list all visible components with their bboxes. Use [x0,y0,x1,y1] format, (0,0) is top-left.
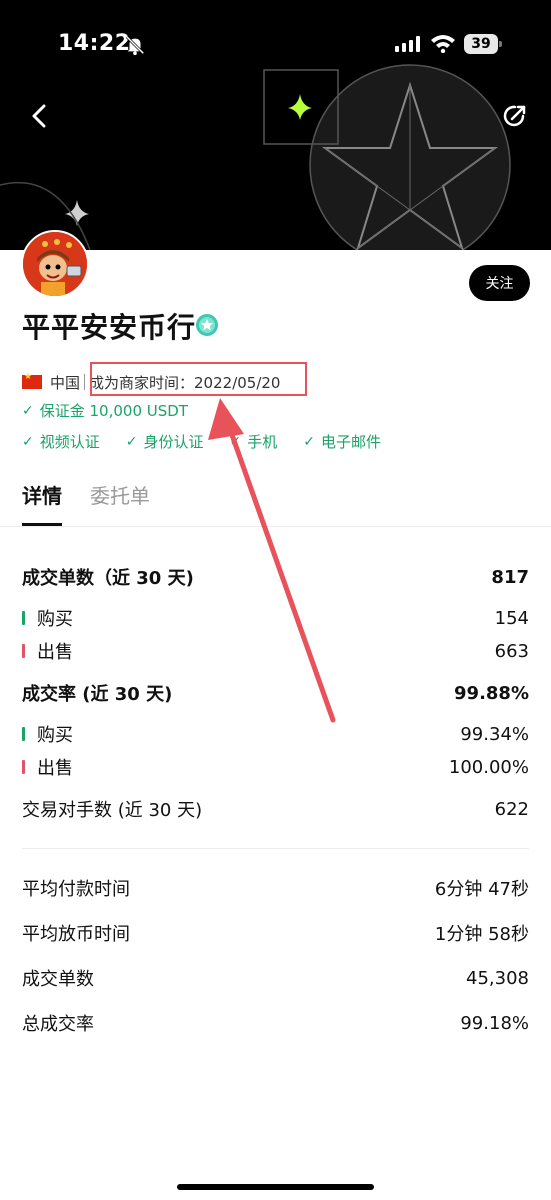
stat-value: 154 [494,607,529,629]
follow-button[interactable]: 关注 [469,265,530,301]
battery-icon: 39 [464,34,502,54]
sell-indicator [22,760,25,774]
stat-label: 平均付款时间 [22,879,130,900]
buy-indicator [22,727,25,741]
stat-value: 99.88% [454,682,529,704]
stat-total-rate: 总成交率 99.18% [22,1010,529,1036]
share-icon[interactable] [497,98,533,134]
stat-value: 1分钟 58秒 [434,924,529,945]
stat-label: 出售 [37,642,73,663]
verification-row: ✓ 视频认证 ✓ 身份认证 ✓ 手机 ✓ 电子邮件 [22,431,407,452]
verification-label: 视频认证 [39,433,100,451]
verification-item: ✓ 视频认证 [22,431,100,452]
stat-label: 总成交率 [22,1014,94,1035]
stat-label: 成交率 (近 30 天) [22,684,173,705]
verification-item: ✓ 手机 [230,431,278,452]
deposit-row: ✓ 保证金 10,000 USDT [22,400,188,421]
section-divider [22,848,529,849]
stat-value: 99.34% [460,723,529,745]
verification-item: ✓ 电子邮件 [303,431,381,452]
merchant-name: 平平安安币行 [22,311,197,344]
buy-indicator [22,611,25,625]
stat-label: 成交单数（近 30 天) [22,568,194,589]
annotation-highlight-box [90,362,307,396]
stat-value: 663 [494,640,529,662]
stat-rate-30d: 成交率 (近 30 天) 99.88% [22,680,529,706]
battery-level: 39 [464,34,498,54]
deposit-amount: 保证金 10,000 USDT [39,402,188,420]
divider [84,374,86,390]
sell-indicator [22,644,25,658]
wifi-icon [431,35,455,53]
stat-label: 交易对手数 (近 30 天) [22,800,203,821]
stat-label: 成交单数 [22,969,94,990]
stat-value: 817 [491,566,529,588]
tab-details[interactable]: 详情 [22,480,62,526]
tab-orders[interactable]: 委托单 [90,480,150,526]
merchant-country: 中国 [50,373,81,392]
verified-badge-icon [196,314,218,336]
status-time: 14:22 [58,31,131,56]
stat-orders-buy: 购买 154 [22,605,529,631]
stat-value: 100.00% [448,756,529,778]
verification-label: 手机 [247,433,278,451]
tab-bar: 详情 委托单 [22,480,178,526]
merchant-avatar [21,230,89,298]
signal-icon [395,36,420,52]
stat-orders-sell: 出售 663 [22,638,529,664]
verification-item: ✓ 身份认证 [126,431,204,452]
check-icon: ✓ [229,433,242,450]
stat-avg-release-time: 平均放币时间 1分钟 58秒 [22,920,529,946]
stat-total-orders: 成交单数 45,308 [22,965,529,991]
bell-off-icon [125,35,145,56]
check-icon: ✓ [303,433,315,450]
stat-rate-buy: 购买 99.34% [22,721,529,747]
avatar-illustration [23,232,87,296]
verification-label: 身份认证 [143,433,204,451]
home-indicator [177,1184,374,1190]
verification-label: 电子邮件 [320,433,381,451]
check-icon: ✓ [22,433,34,450]
stat-value: 45,308 [466,967,529,989]
china-flag-icon [22,372,42,389]
profile-banner: 14:22 39 [0,0,551,250]
stat-avg-pay-time: 平均付款时间 6分钟 47秒 [22,875,529,901]
check-icon: ✓ [125,433,138,450]
stat-label: 购买 [37,609,73,630]
chevron-left-icon[interactable] [22,96,58,136]
stat-value: 6分钟 47秒 [434,879,529,900]
stat-orders-30d: 成交单数（近 30 天) 817 [22,564,529,590]
check-icon: ✓ [22,402,34,419]
stat-label: 平均放币时间 [22,924,130,945]
status-bar: 14:22 39 [0,0,551,90]
stat-value: 99.18% [460,1012,529,1034]
tab-divider [0,526,551,527]
stat-value: 622 [494,798,529,820]
stat-rate-sell: 出售 100.00% [22,754,529,780]
stat-label: 出售 [37,758,73,779]
stat-label: 购买 [37,725,73,746]
stat-counterparties: 交易对手数 (近 30 天) 622 [22,796,529,822]
